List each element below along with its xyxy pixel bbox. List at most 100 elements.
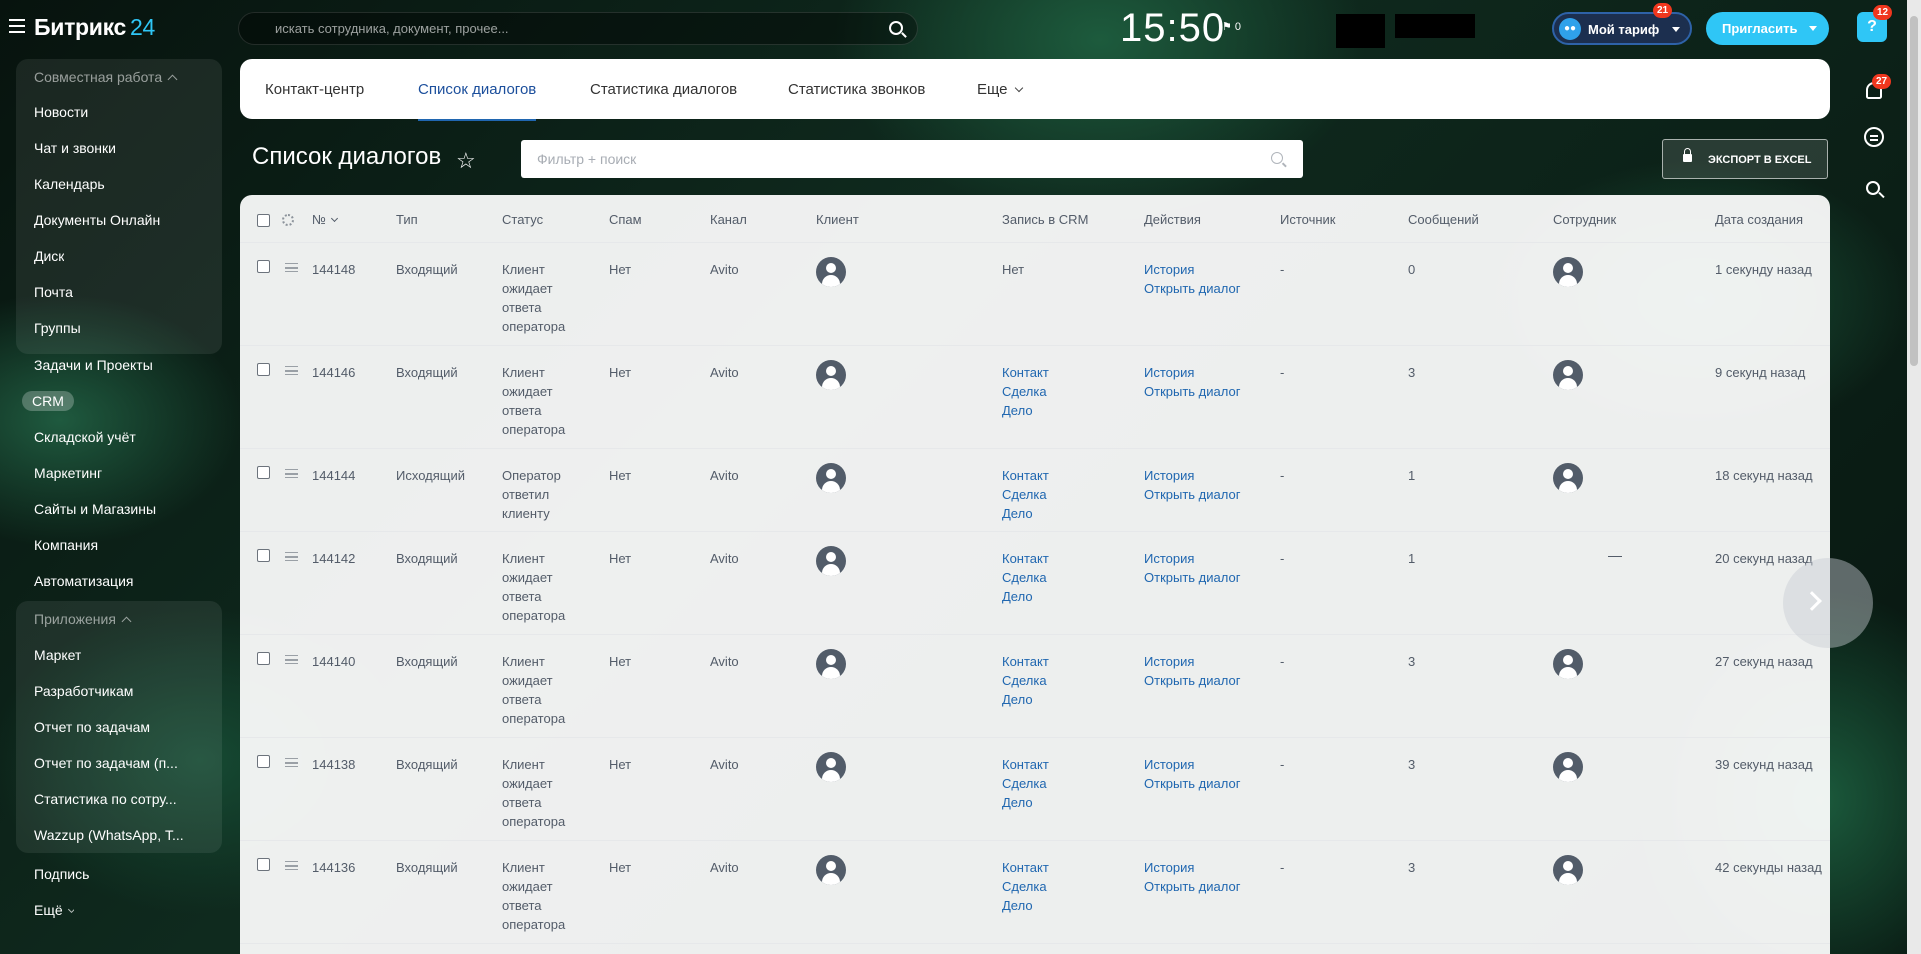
crm-link[interactable]: Дело: [1002, 896, 1033, 915]
tab-more[interactable]: Еще: [977, 81, 1023, 98]
table-row[interactable]: 144144 Исходящий Оператор ответил клиенту Н…: [240, 449, 1830, 532]
tab-dialog-list[interactable]: Список диалогов: [418, 81, 537, 121]
employee-avatar[interactable]: [1553, 855, 1583, 885]
action-link[interactable]: Открыть диалог: [1144, 485, 1240, 504]
star-icon[interactable]: ☆: [456, 148, 476, 174]
crm-link[interactable]: Сделка: [1002, 671, 1047, 690]
flag-counter[interactable]: ⚑ 0: [1222, 20, 1241, 33]
sidebar-item-task-report[interactable]: Отчет по задачам: [34, 719, 150, 735]
action-link[interactable]: История: [1144, 466, 1194, 485]
crm-link[interactable]: Контакт: [1002, 652, 1049, 671]
scrollbar-thumb[interactable]: [1910, 16, 1918, 366]
action-link[interactable]: История: [1144, 755, 1194, 774]
action-link[interactable]: Открыть диалог: [1144, 279, 1240, 298]
sidebar-item-news[interactable]: Новости: [34, 104, 88, 120]
sidebar-item-market[interactable]: Маркет: [34, 647, 81, 663]
column-header-number[interactable]: №: [312, 212, 338, 227]
sidebar-item-disk[interactable]: Диск: [34, 248, 64, 264]
clock[interactable]: 15:50: [1120, 6, 1225, 51]
drag-handle-icon[interactable]: [285, 861, 298, 870]
gear-icon[interactable]: [282, 214, 294, 226]
action-link[interactable]: История: [1144, 260, 1194, 279]
sidebar-item-developers[interactable]: Разработчикам: [34, 683, 133, 699]
tariff-button[interactable]: ●● Мой тариф: [1552, 12, 1692, 45]
row-checkbox[interactable]: [257, 858, 270, 871]
crm-link[interactable]: Контакт: [1002, 466, 1049, 485]
table-row[interactable]: 144146 Входящий Клиент ожидает ответа опер…: [240, 346, 1830, 449]
client-avatar[interactable]: [816, 360, 846, 390]
table-row[interactable]: 144140 Входящий Клиент ожидает ответа опер…: [240, 635, 1830, 738]
select-all-checkbox[interactable]: [257, 214, 270, 227]
column-header-created[interactable]: Дата создания: [1715, 212, 1803, 227]
crm-link[interactable]: Контакт: [1002, 858, 1049, 877]
column-header-messages[interactable]: Сообщений: [1408, 212, 1479, 227]
sidebar-item-crm[interactable]: CRM: [22, 391, 74, 411]
crm-link[interactable]: Сделка: [1002, 382, 1047, 401]
row-checkbox[interactable]: [257, 652, 270, 665]
drag-handle-icon[interactable]: [285, 469, 298, 478]
sidebar-item-sites[interactable]: Сайты и Магазины: [34, 501, 156, 517]
drag-handle-icon[interactable]: [285, 366, 298, 375]
sidebar-item-automation[interactable]: Автоматизация: [34, 573, 133, 589]
action-link[interactable]: История: [1144, 549, 1194, 568]
sidebar-group-title-collab[interactable]: Совместная работа: [34, 69, 178, 85]
crm-link[interactable]: Контакт: [1002, 363, 1049, 382]
page-scrollbar[interactable]: [1907, 0, 1921, 954]
column-header-actions[interactable]: Действия: [1144, 212, 1201, 227]
column-header-crm[interactable]: Запись в CRM: [1002, 212, 1088, 227]
client-avatar[interactable]: [816, 752, 846, 782]
crm-link[interactable]: Сделка: [1002, 774, 1047, 793]
tab-contact-center[interactable]: Контакт-центр: [265, 81, 364, 98]
employee-avatar[interactable]: [1553, 463, 1583, 493]
row-checkbox[interactable]: [257, 260, 270, 273]
employee-avatar[interactable]: [1553, 257, 1583, 287]
action-link[interactable]: Открыть диалог: [1144, 877, 1240, 896]
employee-avatar[interactable]: [1553, 752, 1583, 782]
client-avatar[interactable]: [816, 649, 846, 679]
crm-link[interactable]: Контакт: [1002, 549, 1049, 568]
column-header-source[interactable]: Источник: [1280, 212, 1336, 227]
action-link[interactable]: Открыть диалог: [1144, 774, 1240, 793]
crm-link[interactable]: Сделка: [1002, 877, 1047, 896]
sidebar-item-chat[interactable]: Чат и звонки: [34, 140, 116, 156]
table-row[interactable]: 144138 Входящий Клиент ожидает ответа опер…: [240, 738, 1830, 841]
employee-avatar[interactable]: [1553, 360, 1583, 390]
sidebar-item-marketing[interactable]: Маркетинг: [34, 465, 102, 481]
tab-call-stats[interactable]: Статистика звонков: [788, 81, 925, 98]
sidebar-item-employee-stats[interactable]: Статистика по сотру...: [34, 791, 177, 807]
row-checkbox[interactable]: [257, 549, 270, 562]
sidebar-item-company[interactable]: Компания: [34, 537, 98, 553]
action-link[interactable]: История: [1144, 858, 1194, 877]
chat-icon[interactable]: [1864, 127, 1884, 147]
crm-link[interactable]: Сделка: [1002, 568, 1047, 587]
global-search-input[interactable]: [275, 13, 875, 44]
row-checkbox[interactable]: [257, 466, 270, 479]
filter-search-input[interactable]: [537, 140, 1237, 178]
search-icon[interactable]: [1271, 152, 1283, 164]
column-header-employee[interactable]: Сотрудник: [1553, 212, 1616, 227]
column-header-client[interactable]: Клиент: [816, 212, 859, 227]
drag-handle-icon[interactable]: [285, 552, 298, 561]
sidebar-item-calendar[interactable]: Календарь: [34, 176, 105, 192]
invite-button[interactable]: Пригласить: [1706, 12, 1829, 45]
action-link[interactable]: Открыть диалог: [1144, 382, 1240, 401]
column-header-spam[interactable]: Спам: [609, 212, 642, 227]
tab-dialog-stats[interactable]: Статистика диалогов: [590, 81, 737, 98]
crm-link[interactable]: Сделка: [1002, 485, 1047, 504]
drag-handle-icon[interactable]: [285, 263, 298, 272]
client-avatar[interactable]: [816, 257, 846, 287]
search-icon[interactable]: [1866, 181, 1880, 195]
sidebar-item-task-report-2[interactable]: Отчет по задачам (п...: [34, 755, 178, 771]
search-icon[interactable]: [889, 21, 903, 35]
sidebar-item-warehouse[interactable]: Складской учёт: [34, 429, 136, 445]
action-link[interactable]: Открыть диалог: [1144, 671, 1240, 690]
table-row[interactable]: 144142 Входящий Клиент ожидает ответа опер…: [240, 532, 1830, 635]
action-link[interactable]: История: [1144, 363, 1194, 382]
crm-link[interactable]: Дело: [1002, 690, 1033, 709]
logo[interactable]: Битрикс 24: [34, 14, 155, 41]
crm-link[interactable]: Контакт: [1002, 755, 1049, 774]
table-row[interactable]: 144148 Входящий Клиент ожидает ответа опер…: [240, 243, 1830, 346]
column-header-type[interactable]: Тип: [396, 212, 418, 227]
menu-icon[interactable]: [9, 19, 25, 33]
sidebar-group-title-apps[interactable]: Приложения: [34, 611, 132, 627]
